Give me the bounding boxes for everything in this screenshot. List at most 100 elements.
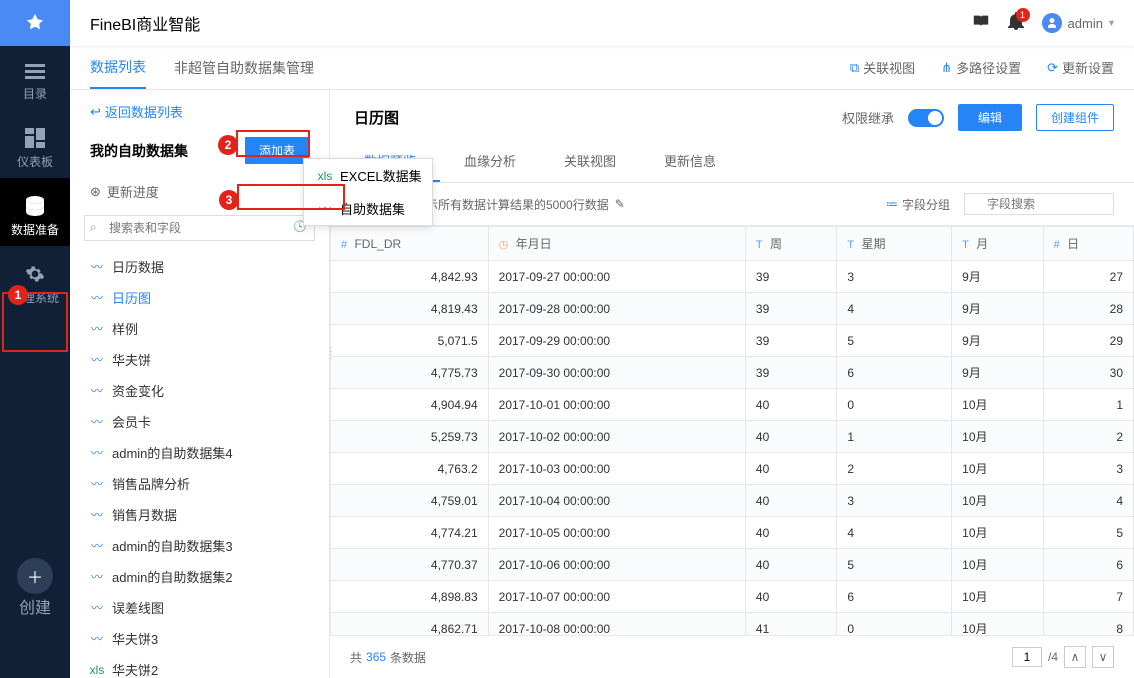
nav-dashboard[interactable]: 仪表板 <box>0 110 70 178</box>
menu-self-dataset[interactable]: 〰 自助数据集 <box>304 192 432 225</box>
tree-item[interactable]: 〰日历图 <box>70 282 329 313</box>
table-row[interactable]: 4,763.22017-10-03 00:00:0040210月3 <box>331 453 1134 485</box>
tree-item[interactable]: 〰华夫饼 <box>70 344 329 375</box>
table-row[interactable]: 4,842.932017-09-27 00:00:003939月27 <box>331 261 1134 293</box>
chart-line-icon: 〰 <box>90 599 104 616</box>
column-label: 日 <box>1067 237 1079 251</box>
field-group-button[interactable]: ≔ 字段分组 <box>886 196 950 213</box>
tab-data-list[interactable]: 数据列表 <box>90 46 146 89</box>
table-cell: 9月 <box>952 357 1043 389</box>
table-row[interactable]: 4,774.212017-10-05 00:00:0040410月5 <box>331 517 1134 549</box>
inherit-label: 权限继承 <box>842 108 894 127</box>
progress-label: 更新进度 <box>107 182 159 201</box>
subtab-relation-view[interactable]: 关联视图 <box>540 141 640 182</box>
book-icon[interactable] <box>972 13 990 34</box>
inherit-toggle[interactable] <box>908 109 944 127</box>
chart-line-icon: 〰 <box>318 200 332 217</box>
table-cell: 4,774.21 <box>331 517 489 549</box>
link-relation-view[interactable]: ⧉ 关联视图 <box>850 58 915 77</box>
table-cell: 4,770.37 <box>331 549 489 581</box>
app-title: FineBI商业智能 <box>90 11 200 35</box>
update-progress[interactable]: ⊛ 更新进度 <box>70 174 329 209</box>
table-cell: 39 <box>745 325 836 357</box>
tree-item[interactable]: 〰销售品牌分析 <box>70 468 329 499</box>
column-header[interactable]: T 星期 <box>837 227 952 261</box>
chart-line-icon: 〰 <box>90 630 104 647</box>
table-row[interactable]: 4,775.732017-09-30 00:00:003969月30 <box>331 357 1134 389</box>
tree-item[interactable]: 〰样例 <box>70 313 329 344</box>
link-update-settings[interactable]: ⟳ 更新设置 <box>1047 58 1114 77</box>
add-table-button[interactable]: 添加表 <box>245 137 309 164</box>
page-input[interactable] <box>1012 647 1042 667</box>
table-row[interactable]: 4,759.012017-10-04 00:00:0040310月4 <box>331 485 1134 517</box>
tree-item-label: 日历图 <box>112 288 151 307</box>
back-link[interactable]: ↩ 返回数据列表 <box>70 90 329 133</box>
tree-item[interactable]: 〰日历数据 <box>70 251 329 282</box>
edit-icon[interactable]: ✎ <box>615 197 625 211</box>
table-cell: 6 <box>837 581 952 613</box>
table-row[interactable]: 4,770.372017-10-06 00:00:0040510月6 <box>331 549 1134 581</box>
tree-item[interactable]: 〰admin的自助数据集4 <box>70 437 329 468</box>
column-header[interactable]: T 周 <box>745 227 836 261</box>
page-next-button[interactable]: ∨ <box>1092 646 1114 668</box>
table-row[interactable]: 5,071.52017-09-29 00:00:003959月29 <box>331 325 1134 357</box>
edit-button[interactable]: 编辑 <box>958 104 1022 131</box>
subtab-lineage[interactable]: 血缘分析 <box>440 141 540 182</box>
link-multipath[interactable]: ⋔ 多路径设置 <box>941 58 1021 77</box>
table-cell: 1 <box>1043 389 1133 421</box>
column-header[interactable]: T 月 <box>952 227 1043 261</box>
chart-line-icon: 〰 <box>90 413 104 430</box>
nav-admin[interactable]: 管理系统 <box>0 246 70 314</box>
chart-line-icon: 〰 <box>90 537 104 554</box>
chart-line-icon: 〰 <box>90 506 104 523</box>
table-row[interactable]: 4,904.942017-10-01 00:00:0040010月1 <box>331 389 1134 421</box>
table-cell: 4,775.73 <box>331 357 489 389</box>
page-prev-button[interactable]: ∧ <box>1064 646 1086 668</box>
app-logo[interactable] <box>0 0 70 46</box>
menu-excel-dataset[interactable]: xls EXCEL数据集 <box>304 159 432 192</box>
create-component-button[interactable]: 创建组件 <box>1036 104 1114 131</box>
add-table-dropdown: xls EXCEL数据集 〰 自助数据集 <box>303 158 433 226</box>
tree-item[interactable]: 〰资金变化 <box>70 375 329 406</box>
table-row[interactable]: 4,819.432017-09-28 00:00:003949月28 <box>331 293 1134 325</box>
tree-item[interactable]: 〰销售月数据 <box>70 499 329 530</box>
table-cell: 40 <box>745 421 836 453</box>
table-cell: 10月 <box>952 613 1043 636</box>
bell-icon[interactable]: 1 <box>1008 12 1024 35</box>
table-cell: 39 <box>745 261 836 293</box>
nav-directory[interactable]: 目录 <box>0 46 70 110</box>
tree-item[interactable]: 〰admin的自助数据集2 <box>70 561 329 592</box>
table-cell: 2017-10-08 00:00:00 <box>488 613 745 636</box>
user-menu[interactable]: admin ▾ <box>1042 13 1114 33</box>
xls-icon: xls <box>90 663 104 677</box>
tree-item[interactable]: 〰华夫饼3 <box>70 623 329 654</box>
chart-line-icon: 〰 <box>90 351 104 368</box>
database-icon <box>25 196 45 216</box>
table-cell: 40 <box>745 389 836 421</box>
nav-data-prep[interactable]: 数据准备 <box>0 178 70 246</box>
tree-item[interactable]: 〰admin的自助数据集3 <box>70 530 329 561</box>
step-badge-1: 1 <box>8 285 28 305</box>
back-label: 返回数据列表 <box>105 102 183 121</box>
table-row[interactable]: 5,259.732017-10-02 00:00:0040110月2 <box>331 421 1134 453</box>
column-header[interactable]: # 日 <box>1043 227 1133 261</box>
tab-self-dataset-mgmt[interactable]: 非超管自助数据集管理 <box>174 46 314 89</box>
field-search-input[interactable] <box>964 193 1114 215</box>
table-cell: 10月 <box>952 453 1043 485</box>
tree-item[interactable]: 〰误差线图 <box>70 592 329 623</box>
tree-item[interactable]: xls华夫饼2 <box>70 654 329 678</box>
table-cell: 2017-09-28 00:00:00 <box>488 293 745 325</box>
table-cell: 2017-10-05 00:00:00 <box>488 517 745 549</box>
column-header[interactable]: # FDL_DR <box>331 227 489 261</box>
resize-handle[interactable]: ⋮⋮ <box>326 350 336 358</box>
refresh-icon: ⟳ <box>1047 60 1058 76</box>
table-row[interactable]: 4,862.712017-10-08 00:00:0041010月8 <box>331 613 1134 636</box>
data-grid[interactable]: # FDL_DR◷ 年月日T 周T 星期T 月# 日 4,842.932017-… <box>330 226 1134 635</box>
tree-item[interactable]: 〰会员卡 <box>70 406 329 437</box>
nav-create[interactable]: ＋ 创建 <box>17 534 53 618</box>
column-header[interactable]: ◷ 年月日 <box>488 227 745 261</box>
table-cell: 10月 <box>952 485 1043 517</box>
subtab-update-info[interactable]: 更新信息 <box>640 141 740 182</box>
search-input[interactable] <box>84 215 315 241</box>
table-row[interactable]: 4,898.832017-10-07 00:00:0040610月7 <box>331 581 1134 613</box>
